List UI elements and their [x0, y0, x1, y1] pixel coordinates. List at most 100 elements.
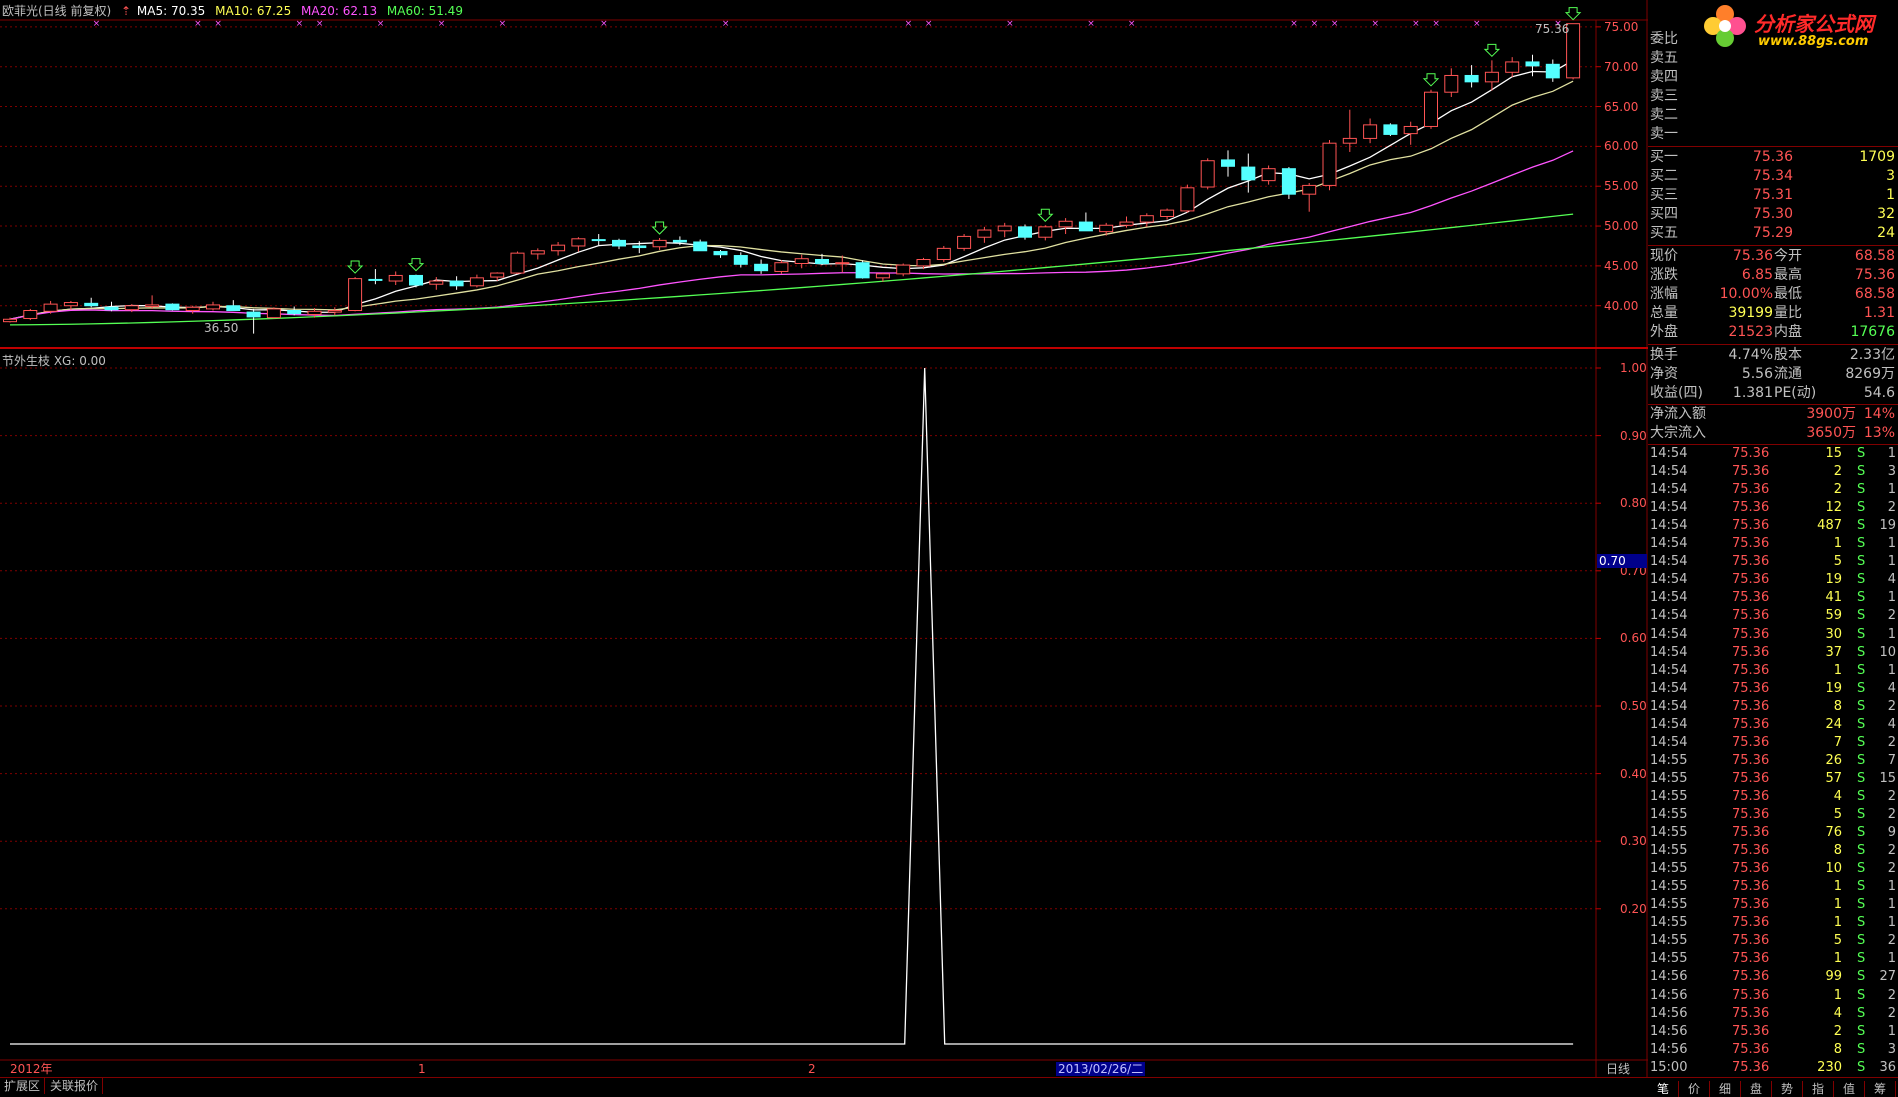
candle-up	[388, 274, 403, 282]
tick-price: 75.36	[1732, 915, 1770, 931]
buy-row[interactable]: 买五 75.29 24	[1648, 224, 1898, 243]
candle-up	[1180, 187, 1195, 212]
candle-up	[1342, 137, 1357, 144]
tick-row: 14:56 75.36 1 S 2	[1648, 987, 1898, 1005]
price-axis-label: 45.00	[1604, 258, 1639, 273]
tick-volume: 8	[1833, 843, 1842, 859]
tick-time: 14:54	[1650, 626, 1688, 642]
candle-up	[307, 310, 322, 315]
time-axis-month-2: 2	[808, 1062, 816, 1076]
candle-up	[490, 272, 505, 278]
tick-volume: 1	[1833, 987, 1842, 1003]
ma20-line	[9, 150, 1574, 320]
tab-extension[interactable]: 扩展区	[0, 1078, 46, 1094]
tick-volume: 8	[1833, 698, 1842, 714]
tick-price: 75.36	[1732, 716, 1770, 732]
buy-label: 买二	[1650, 168, 1678, 184]
tick-volume: 230	[1817, 1059, 1842, 1075]
tick-volume: 2	[1833, 482, 1842, 498]
tick-row: 14:54 75.36 12 S 2	[1648, 499, 1898, 517]
price-axis-label: 55.00	[1604, 179, 1639, 194]
tick-row: 14:54 75.36 59 S 2	[1648, 607, 1898, 625]
tick-side: S	[1857, 716, 1866, 732]
signal-x-mark: ×	[1432, 19, 1440, 29]
signal-x-mark: ×	[1311, 19, 1319, 29]
tick-count: 1	[1887, 951, 1896, 967]
candle-up	[469, 277, 484, 287]
tick-volume: 76	[1825, 825, 1842, 841]
tick-volume: 1	[1833, 897, 1842, 913]
signal-x-mark: ×	[438, 19, 446, 29]
tick-side: S	[1857, 626, 1866, 642]
tick-count: 1	[1887, 915, 1896, 931]
candle-down	[713, 251, 728, 256]
tick-side: S	[1857, 482, 1866, 498]
tick-row: 14:54 75.36 1 S 1	[1648, 662, 1898, 680]
sell-label: 卖二	[1650, 107, 1678, 123]
tick-count: 1	[1887, 482, 1896, 498]
stat-value: 8269万	[1845, 366, 1895, 382]
tick-time: 14:56	[1650, 969, 1688, 985]
tick-price: 75.36	[1732, 969, 1770, 985]
sell-row[interactable]: 卖三	[1648, 87, 1898, 106]
sell-row[interactable]: 卖四	[1648, 68, 1898, 87]
signal-x-mark: ×	[925, 19, 933, 29]
buy-row[interactable]: 买二 75.34 3	[1648, 167, 1898, 186]
signal-x-mark: ×	[1412, 19, 1420, 29]
sell-row[interactable]: 卖一	[1648, 125, 1898, 144]
stat-value: 75.36	[1732, 248, 1773, 264]
stat-value: 17676	[1850, 324, 1895, 340]
candle-up	[1261, 168, 1276, 182]
indicator-grid	[0, 367, 1601, 910]
tab-related-quote[interactable]: 关联报价	[46, 1078, 104, 1094]
candle-up	[1302, 184, 1317, 195]
tick-time: 14:54	[1650, 446, 1688, 461]
tick-price: 75.36	[1732, 987, 1770, 1003]
price-axis-label: 70.00	[1604, 59, 1639, 74]
sell-row[interactable]: 卖五	[1648, 49, 1898, 68]
tick-price: 75.36	[1732, 644, 1770, 660]
candlesticks	[3, 23, 1581, 334]
candle-up	[327, 310, 342, 313]
tick-count: 1	[1887, 446, 1896, 461]
tick-row: 14:55 75.36 1 S 1	[1648, 914, 1898, 932]
candle-down	[368, 278, 383, 281]
weibi-label: 委比	[1650, 31, 1678, 47]
candle-up	[1484, 71, 1499, 83]
tick-volume: 1	[1833, 662, 1842, 678]
period-label[interactable]: 日线	[1606, 1062, 1630, 1076]
kline-chart[interactable]: × × × × × × × × × × × × × × × × × × × × × × ×	[0, 0, 1648, 1077]
buy-row[interactable]: 买三 75.31 1	[1648, 186, 1898, 205]
tick-row: 14:55 75.36 8 S 2	[1648, 842, 1898, 860]
candle-up	[1200, 160, 1215, 188]
buy-row[interactable]: 买一 75.36 1709	[1648, 148, 1898, 167]
stat-value: 1.381	[1732, 385, 1773, 401]
candle-down	[591, 239, 606, 242]
tick-volume: 1	[1833, 879, 1842, 895]
tick-time: 14:55	[1650, 879, 1688, 895]
stat-row: 现价 75.36 今开 68.58	[1648, 247, 1898, 266]
candle-up	[1505, 61, 1520, 73]
candle-down	[1018, 226, 1032, 238]
candle-up	[571, 238, 586, 247]
tick-time: 15:00	[1650, 1059, 1688, 1075]
sell-row[interactable]: 卖二	[1648, 106, 1898, 125]
buy-volume: 1	[1886, 187, 1895, 203]
indicator-axis-label: 0.20	[1620, 901, 1647, 916]
quote-panel: 委比卖五 卖四 卖三 卖二卖一 买一 75.36 1709 买二 75.34 3 买三…	[1648, 22, 1898, 1077]
tick-row: 15:00 75.36 230 S 36	[1648, 1059, 1898, 1077]
tick-price: 75.36	[1732, 1059, 1770, 1075]
tick-time: 14:54	[1650, 698, 1688, 714]
candle-down	[632, 245, 647, 249]
tick-side: S	[1857, 897, 1866, 913]
tick-time: 14:54	[1650, 590, 1688, 606]
indicator-axis-label: 0.90	[1620, 428, 1647, 443]
tick-price: 75.36	[1732, 662, 1770, 678]
signal-x-mark: ×	[722, 19, 730, 29]
candle-up	[510, 252, 525, 274]
buy-arrow-icon	[407, 258, 425, 272]
buy-row[interactable]: 买四 75.30 32	[1648, 205, 1898, 224]
buy-arrow-icon	[1564, 7, 1582, 21]
tick-count: 2	[1887, 987, 1896, 1003]
tick-volume: 10	[1825, 861, 1842, 877]
